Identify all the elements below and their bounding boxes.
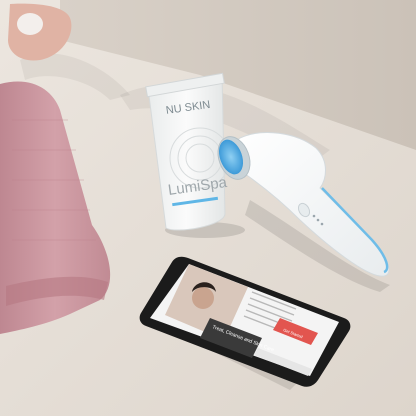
product-photo: NU SKIN LumiSpa Treat, Cleanse and Skin … <box>0 0 416 416</box>
pink-vase-hole <box>17 13 43 35</box>
app-person-face <box>192 287 214 309</box>
device-indicator-light-1 <box>312 214 316 218</box>
device-indicator-light-3 <box>320 222 324 226</box>
device-indicator-light-2 <box>316 218 320 222</box>
